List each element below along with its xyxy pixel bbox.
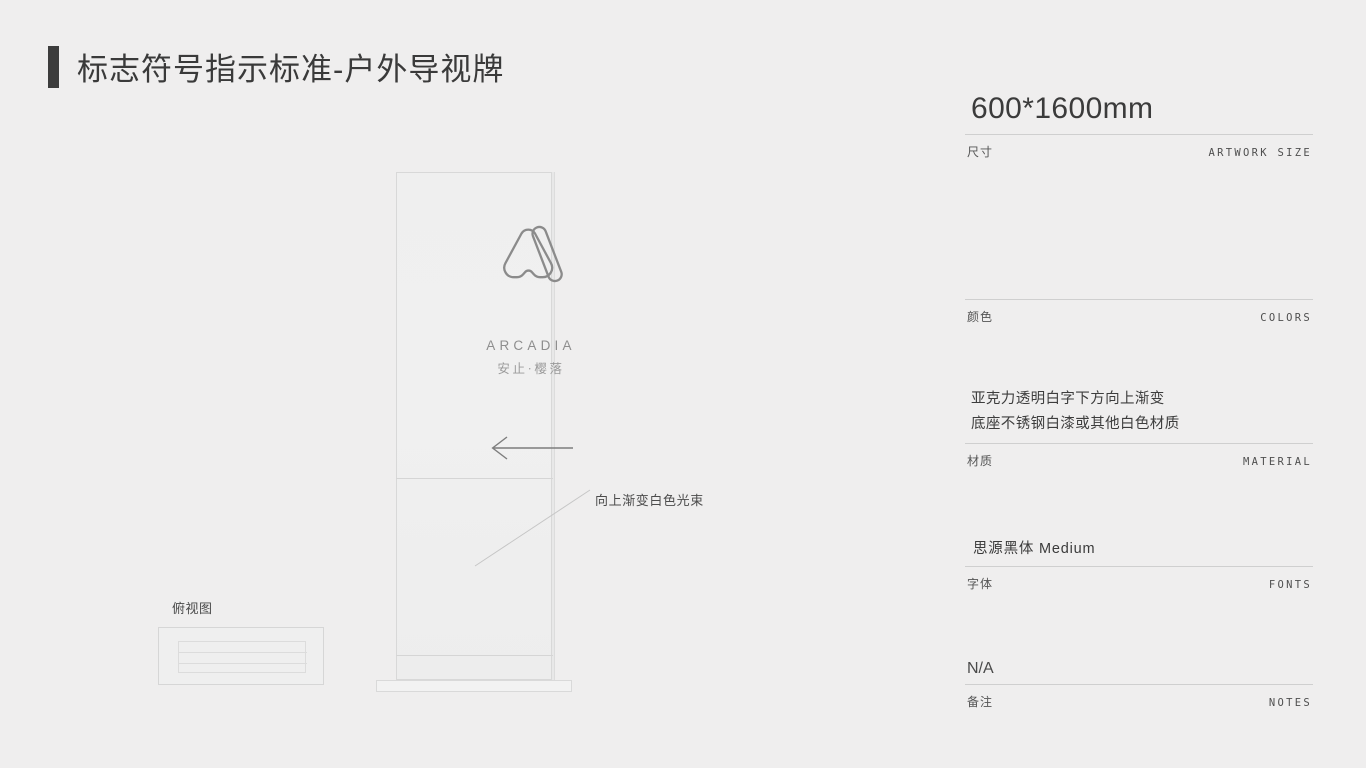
spec-label-cn-colors: 颜色 [967,310,994,324]
page-title: 标志符号指示标准-户外导视牌 [48,44,504,89]
spec-notes-spacer [965,592,1313,660]
spec-panel: 600*1600mm 尺寸 ARTWORK SIZE 颜色 COLORS 亚克力… [965,92,1313,710]
top-view-line-2 [179,663,307,664]
spec-value-material-line1: 亚克力透明白字下方向上渐变 [971,391,1165,407]
sign-base-plate [376,680,572,692]
top-view-line-1 [179,652,307,653]
spec-row-colors: 颜色 COLORS [965,160,1313,325]
sign-divider-upper [396,478,553,479]
spec-labels-size: 尺寸 ARTWORK SIZE [965,135,1313,160]
spec-labels-notes: 备注 NOTES [965,685,1313,710]
signage-illustration: ARCADIA 安止·樱落 向上渐变白色光束 [340,150,703,710]
spec-material-spacer [965,325,1313,387]
spec-row-size: 600*1600mm 尺寸 ARTWORK SIZE [965,92,1313,160]
top-view-outline [158,627,324,685]
spec-label-en-size: ARTWORK SIZE [1208,147,1312,159]
spec-labels-colors: 颜色 COLORS [965,300,1313,325]
arcadia-logo-mark-icon [495,217,567,291]
sign-panel: ARCADIA 安止·樱落 [396,172,573,680]
spec-label-en-fonts: FONTS [1268,579,1312,591]
spec-value-fonts: 思源黑体 Medium [973,541,1096,557]
top-view-inner-outline [178,641,307,673]
title-accent-bar [48,45,59,88]
spec-row-material: 亚克力透明白字下方向上渐变 底座不锈钢白漆或其他白色材质 材质 MATERIAL [965,325,1313,469]
sign-divider-lower [396,655,553,656]
brand-name-en: ARCADIA [486,338,576,353]
page-title-text: 标志符号指示标准-户外导视牌 [77,52,505,87]
direction-left-arrow-icon [489,435,575,461]
spec-value-colors [965,160,1313,299]
spec-label-cn-notes: 备注 [967,695,994,709]
brand-name-cn: 安止·樱落 [497,362,565,376]
top-view-drawing: 俯视图 [158,598,324,685]
spec-label-en-material: MATERIAL [1243,456,1312,468]
spec-label-cn-size: 尺寸 [967,145,994,159]
spec-fonts-spacer [965,469,1313,537]
spec-label-en-colors: COLORS [1260,312,1312,324]
spec-label-cn-fonts: 字体 [967,577,994,591]
spec-row-notes: N/A 备注 NOTES [965,592,1313,710]
spec-label-cn-material: 材质 [967,454,994,468]
spec-value-size: 600*1600mm [971,92,1154,125]
callout-label: 向上渐变白色光束 [595,493,704,508]
spec-labels-fonts: 字体 FONTS [965,567,1313,592]
top-view-label: 俯视图 [172,601,213,616]
spec-labels-material: 材质 MATERIAL [965,444,1313,469]
spec-row-fonts: 思源黑体 Medium 字体 FONTS [965,469,1313,592]
spec-value-notes: N/A [967,660,994,677]
sign-wordmark: ARCADIA 安止·樱落 [453,338,609,377]
spec-label-en-notes: NOTES [1268,697,1312,709]
page-root: 标志符号指示标准-户外导视牌 ARCADIA 安止·樱落 向上渐变白色光束 俯视… [0,0,1366,768]
spec-value-material-line2: 底座不锈钢白漆或其他白色材质 [971,416,1180,432]
